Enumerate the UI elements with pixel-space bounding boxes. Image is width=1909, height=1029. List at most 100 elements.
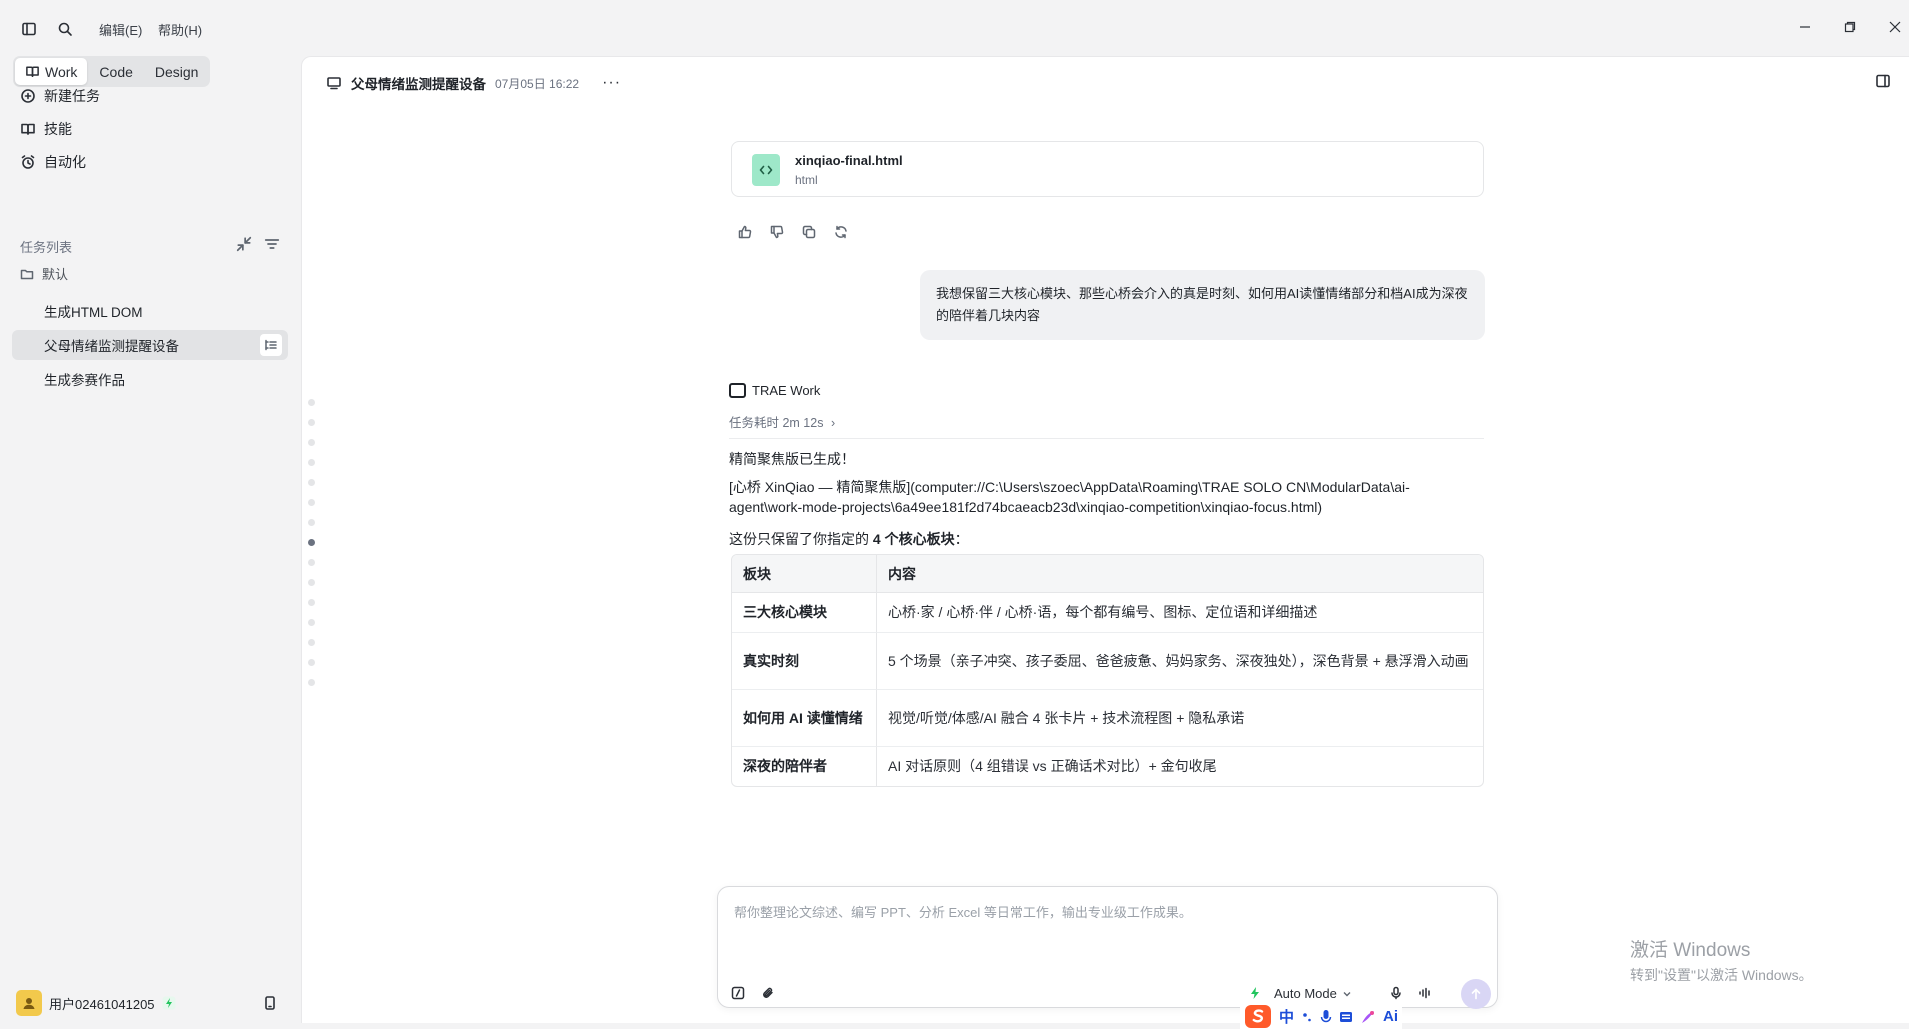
filter-icon[interactable] [264,236,280,252]
scroll-dot[interactable] [308,459,315,466]
conversation-header: 父母情绪监测提醒设备 07月05日 16:22 ··· [326,73,621,93]
thumbs-up-icon [738,225,752,239]
scroll-dot[interactable] [308,439,315,446]
divider [729,438,1484,439]
lightning-icon [1251,987,1259,999]
scroll-dot[interactable] [308,599,315,606]
page-title: 父母情绪监测提醒设备 [351,77,486,92]
file-attachment-card[interactable]: xinqiao-final.html html [731,141,1484,197]
slash-command-button[interactable] [728,983,748,1003]
arrow-up-icon [1471,988,1481,1000]
task-group-default[interactable]: 默认 [20,264,68,283]
table-cell: 5 个场景（亲子冲突、孩子委屈、爸爸疲惫、妈妈家务、深夜独处），深色背景 + 悬… [877,632,1483,689]
folder-icon [20,269,34,279]
ime-ai[interactable]: Ai [1383,1008,1398,1025]
reply-summary: 这份只保留了你指定的 4 个核心板块： [729,529,969,549]
search-button[interactable] [54,18,76,40]
collapse-icon[interactable] [236,236,252,252]
scroll-dot[interactable] [308,559,315,566]
bolt-mode-button[interactable] [1245,983,1265,1003]
task-duration-toggle[interactable]: 任务耗时 2m 12s › [729,412,835,431]
reply-link[interactable]: [心桥 XinQiao — 精简聚焦版](computer://C:\Users… [729,477,1469,517]
skin-icon[interactable] [1360,1009,1376,1025]
ime-language[interactable]: 中 [1279,1006,1294,1027]
nav-automation-label: 自动化 [44,154,86,170]
thumbs-up-button[interactable] [736,223,754,241]
table-header-row: 板块 内容 [732,555,1483,593]
nav-new-task[interactable]: 新建任务 [20,84,100,108]
scroll-dot[interactable] [308,399,315,406]
keyboard-icon[interactable] [1339,1010,1353,1024]
watermark-line2: 转到"设置"以激活 Windows。 [1630,967,1813,983]
message-input[interactable] [734,905,1474,920]
more-options-button[interactable]: ··· [602,74,621,92]
nav-automation[interactable]: 自动化 [20,150,86,174]
scroll-dot[interactable] [308,619,315,626]
restore-button[interactable] [1835,14,1865,40]
thumbs-down-icon [770,225,784,239]
user-profile[interactable]: 用户02461041205 [16,990,176,1016]
copy-button[interactable] [800,223,818,241]
chevron-right-icon: › [830,416,836,430]
right-panel-toggle-button[interactable] [1875,73,1891,89]
menu-edit[interactable]: 编辑(E) [99,20,142,39]
reply-heading: 精简聚焦版已生成！ [729,451,855,467]
table-header: 内容 [877,555,1483,593]
scroll-dot[interactable] [308,479,315,486]
punctuation-icon[interactable] [1301,1010,1313,1024]
task-item[interactable]: 生成参赛作品 [12,364,288,394]
tab-design[interactable]: Design [145,58,209,85]
table-cell: 视觉/听觉/体感/AI 融合 4 张卡片 + 技术流程图 + 隐私承诺 [877,689,1483,746]
task-item[interactable]: 生成HTML DOM [12,296,288,326]
tab-code[interactable]: Code [89,58,142,85]
send-button[interactable] [1461,979,1491,1009]
table-row: 真实时刻 5 个场景（亲子冲突、孩子委屈、爸爸疲惫、妈妈家务、深夜独处），深色背… [732,632,1483,689]
close-button[interactable] [1880,14,1909,40]
restore-icon [1844,21,1856,33]
table-cell: 心桥·家 / 心桥·伴 / 心桥·语，每个都有编号、图标、定位语和详细描述 [888,604,1318,620]
scroll-dot[interactable] [308,679,315,686]
task-item-active[interactable]: 父母情绪监测提醒设备 [12,330,288,360]
trae-logo-icon [729,383,746,398]
attach-button[interactable] [758,983,778,1003]
menu-help[interactable]: 帮助(H) [158,20,202,39]
task-group-label: 默认 [42,267,69,282]
scroll-dot[interactable] [308,519,315,526]
sidebar-toggle-button[interactable] [18,18,40,40]
mode-select-label: Auto Mode [1274,986,1337,1001]
minimize-button[interactable] [1790,14,1820,40]
tab-work[interactable]: Work [15,58,88,85]
skills-book-icon [21,123,35,135]
table-header: 板块 [732,555,877,593]
regenerate-button[interactable] [832,223,850,241]
scroll-dot[interactable] [308,499,315,506]
scroll-dot[interactable] [308,579,315,586]
scroll-indicator[interactable] [308,399,316,699]
mode-select[interactable]: Auto Mode [1274,986,1352,1001]
scroll-dot[interactable] [308,659,315,666]
scroll-dot[interactable] [308,419,315,426]
scroll-dot[interactable] [308,639,315,646]
thumbs-down-button[interactable] [768,223,786,241]
reply-summary-bold: 4 个核心板块 [872,531,955,547]
voice-wave-button[interactable] [1415,983,1435,1003]
task-outline-button[interactable] [260,334,282,356]
nav-skills-label: 技能 [44,121,72,137]
table-cell: 如何用 AI 读懂情绪 [732,689,877,746]
device-button[interactable] [262,995,278,1011]
windows-watermark: 激活 Windows 转到"设置"以激活 Windows。 [1630,935,1813,985]
microphone-button[interactable] [1386,983,1406,1003]
nav-skills[interactable]: 技能 [20,117,72,141]
ime-mic-icon[interactable] [1320,1009,1332,1025]
header-date: 07月05日 16:22 [495,76,580,91]
task-duration: 任务耗时 2m 12s [729,416,824,430]
sogou-logo-icon [1245,1005,1271,1028]
watermark-line1: 激活 Windows [1630,940,1751,961]
sections-table: 板块 内容 三大核心模块 心桥·家 / 心桥·伴 / 心桥·语，每个都有编号、图… [731,554,1484,787]
chevron-down-icon [1343,991,1351,996]
scroll-dot-active[interactable] [308,539,315,546]
table-cell: 真实时刻 [732,632,877,689]
bolt-icon [162,996,176,1010]
microphone-icon [1391,986,1401,1000]
ime-toolbar[interactable]: 中 Ai [1240,1004,1403,1029]
